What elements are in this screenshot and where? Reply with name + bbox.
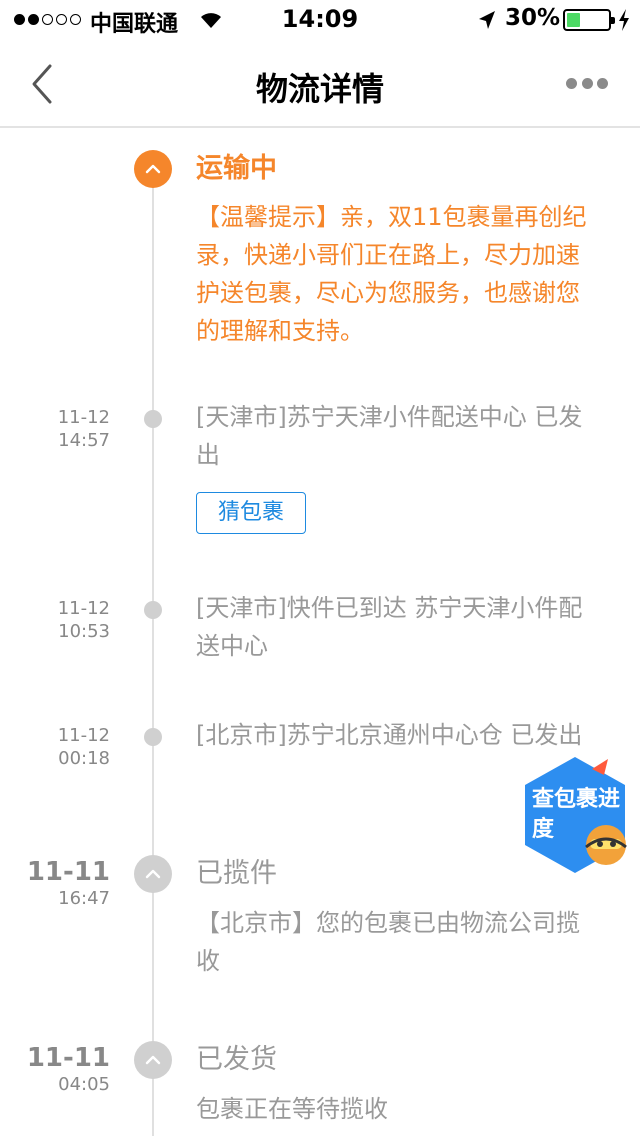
battery-percent: 30% bbox=[505, 5, 561, 31]
navigation-bar: 物流详情 bbox=[0, 40, 640, 128]
badge-label: 查包裹进度 bbox=[532, 787, 621, 842]
status-bar: 中国联通 14:09 30% bbox=[0, 0, 640, 40]
event-time: 10:53 bbox=[58, 621, 110, 642]
timeline-dot bbox=[144, 601, 162, 619]
event-time: 00:18 bbox=[58, 748, 110, 769]
event-time: 14:57 bbox=[58, 430, 110, 451]
timeline-dot bbox=[144, 410, 162, 428]
chevron-up-icon bbox=[134, 150, 172, 188]
event-description: [北京市]苏宁北京通州中心仓 已发出 bbox=[196, 721, 583, 749]
milestone-date: 11-11 bbox=[26, 1043, 110, 1073]
event-description: [天津市]苏宁天津小件配送中心 已发出 bbox=[196, 403, 583, 469]
event-date: 11-12 bbox=[57, 598, 110, 619]
location-arrow-icon bbox=[479, 11, 495, 29]
milestone-time: 16:47 bbox=[58, 888, 110, 909]
current-status-message: 【温馨提示】亲，双11包裹量再创纪录，快递小哥们正在路上，尽力加速护送包裹，尽心… bbox=[196, 203, 587, 345]
guess-package-button[interactable]: 猜包裹 bbox=[196, 492, 306, 534]
logistics-timeline: 运输中 【温馨提示】亲，双11包裹量再创纪录，快递小哥们正在路上，尽力加速护送包… bbox=[0, 130, 640, 1136]
charging-bolt-icon bbox=[619, 9, 629, 31]
chevron-up-icon bbox=[134, 855, 172, 893]
track-package-badge[interactable]: 查包裹进度 bbox=[520, 755, 630, 875]
milestone-date: 11-11 bbox=[26, 857, 110, 887]
chevron-up-icon bbox=[134, 1041, 172, 1079]
current-status-title: 运输中 bbox=[196, 153, 277, 184]
milestone-description: 包裹正在等待揽收 bbox=[196, 1095, 388, 1123]
event-date: 11-12 bbox=[57, 725, 110, 746]
timeline-dot bbox=[144, 728, 162, 746]
page-title: 物流详情 bbox=[255, 70, 384, 108]
more-dots-icon[interactable] bbox=[566, 76, 608, 90]
milestone-title: 已发货 bbox=[196, 1044, 277, 1075]
battery-icon bbox=[563, 9, 615, 31]
event-description: [天津市]快件已到达 苏宁天津小件配送中心 bbox=[196, 594, 583, 660]
milestone-title: 已揽件 bbox=[196, 858, 277, 889]
milestone-description: 【北京市】您的包裹已由物流公司揽收 bbox=[196, 909, 580, 975]
milestone-time: 04:05 bbox=[58, 1074, 110, 1095]
timeline-line bbox=[152, 180, 154, 1136]
event-date: 11-12 bbox=[57, 407, 110, 428]
